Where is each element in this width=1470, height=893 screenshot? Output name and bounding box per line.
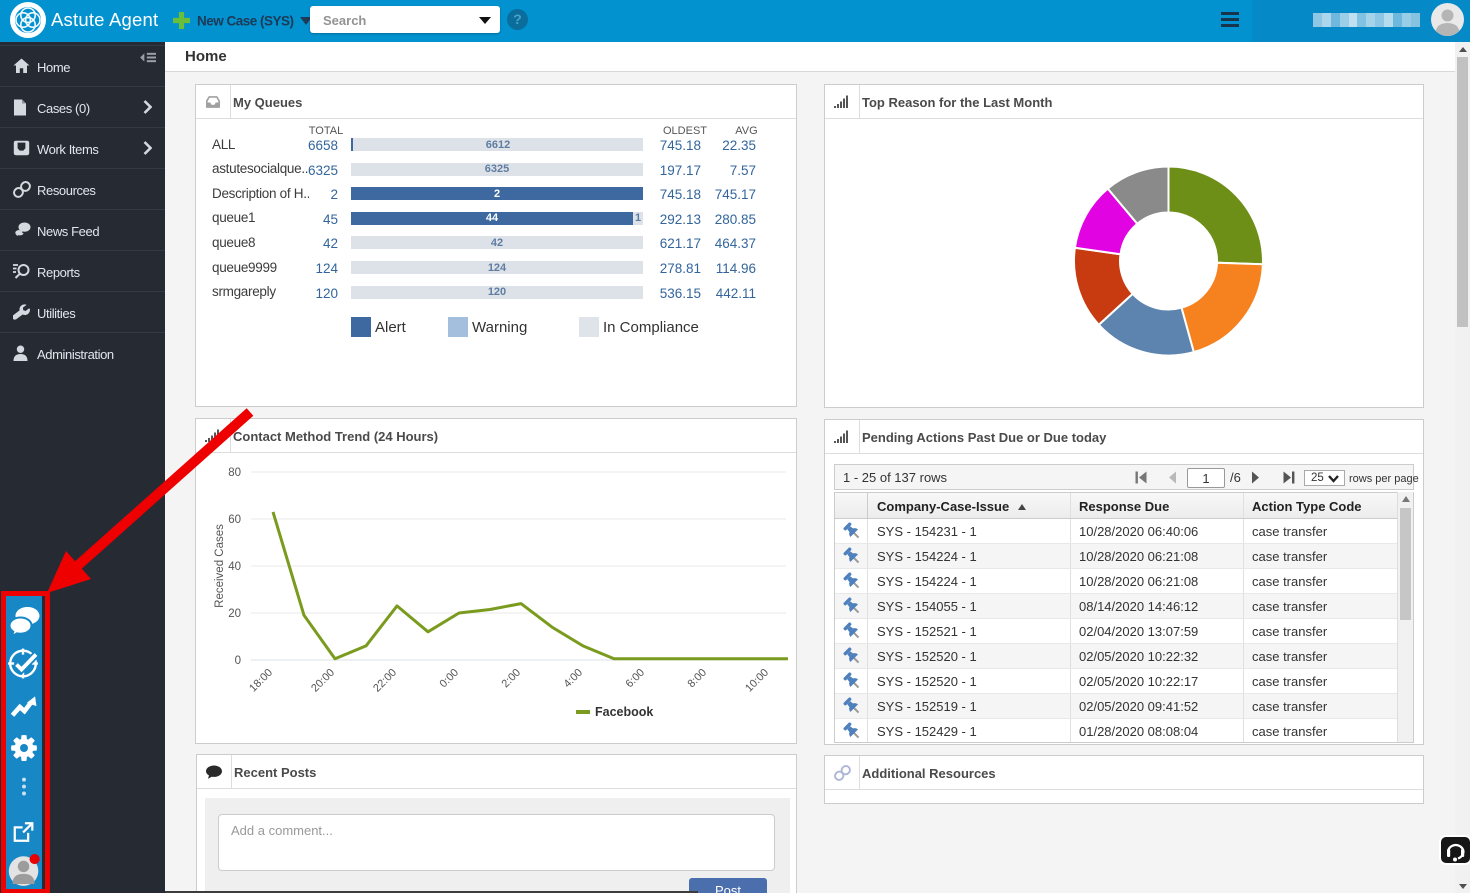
- svg-text:6:00: 6:00: [623, 667, 647, 691]
- svg-text:18:00: 18:00: [247, 667, 275, 695]
- svg-text:20:00: 20:00: [309, 667, 337, 695]
- svg-text:2:00: 2:00: [499, 667, 523, 691]
- svg-text:22:00: 22:00: [371, 667, 399, 695]
- svg-text:80: 80: [228, 467, 241, 479]
- svg-text:4:00: 4:00: [561, 667, 585, 691]
- svg-text:40: 40: [228, 561, 241, 573]
- svg-text:0:00: 0:00: [437, 667, 461, 691]
- svg-text:20: 20: [228, 608, 241, 620]
- svg-text:Facebook: Facebook: [595, 705, 653, 719]
- svg-text:Received Cases: Received Cases: [214, 524, 226, 608]
- svg-text:8:00: 8:00: [685, 667, 709, 691]
- svg-text:10:00: 10:00: [743, 667, 771, 695]
- svg-text:60: 60: [228, 514, 241, 526]
- svg-text:0: 0: [235, 655, 241, 667]
